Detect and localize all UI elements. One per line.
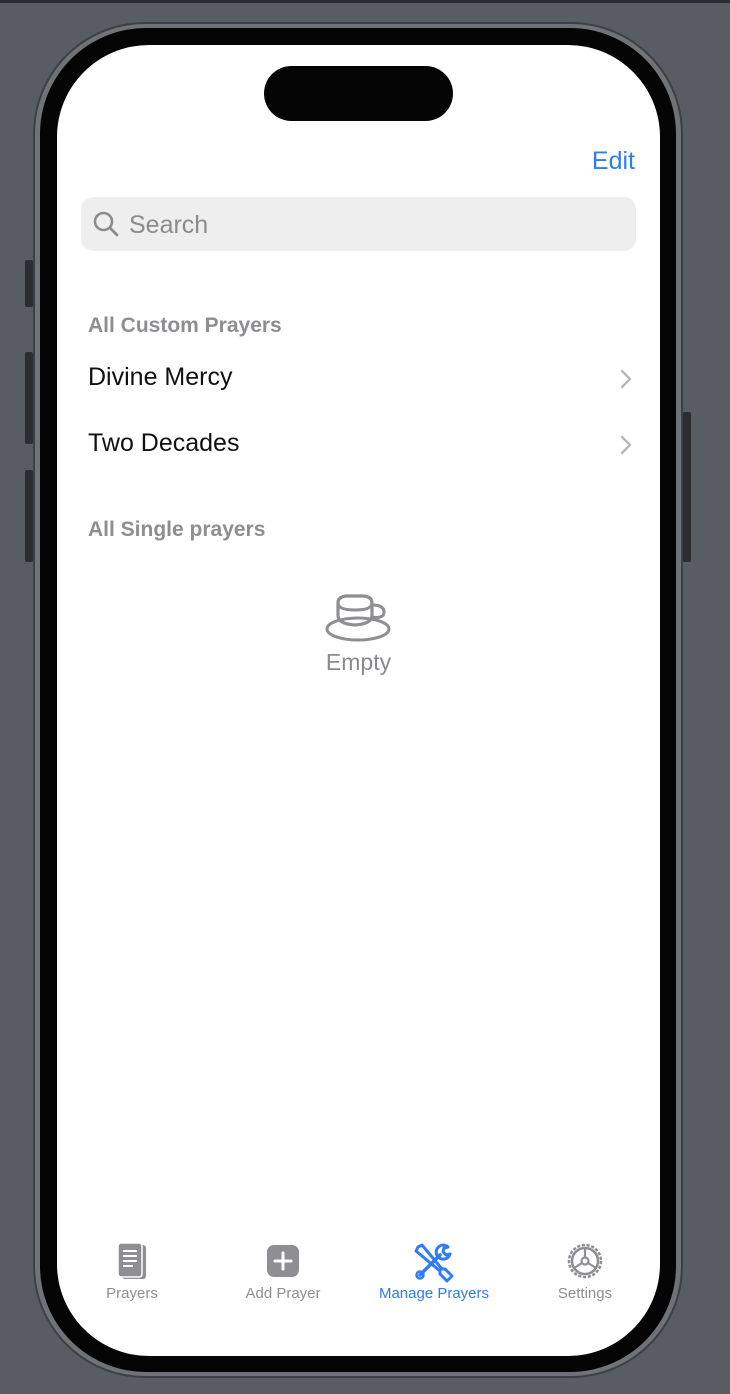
phone-action-button bbox=[25, 260, 33, 307]
chevron-right-icon bbox=[620, 435, 632, 455]
cup-and-saucer-icon bbox=[325, 594, 391, 642]
section-title-custom-prayers: All Custom Prayers bbox=[88, 314, 282, 337]
tab-manage-prayers[interactable]: Manage Prayers bbox=[359, 1235, 509, 1315]
list-item-label: Divine Mercy bbox=[88, 363, 233, 391]
plus-square-icon bbox=[267, 1245, 299, 1277]
chevron-right-icon bbox=[620, 369, 632, 389]
list-item-label: Two Decades bbox=[88, 429, 240, 457]
search-bar[interactable] bbox=[81, 197, 636, 253]
phone-volume-down-button bbox=[25, 470, 33, 562]
phone-volume-up-button bbox=[25, 352, 33, 444]
phone-power-button bbox=[683, 412, 691, 562]
phone-screen: Edit All Custom Prayers Divine Mercy Two… bbox=[57, 45, 660, 1356]
gear-icon bbox=[567, 1243, 603, 1279]
tab-settings[interactable]: Settings bbox=[510, 1235, 660, 1315]
tab-label: Add Prayer bbox=[245, 1285, 321, 1302]
tab-label: Settings bbox=[557, 1285, 613, 1302]
tab-add-prayer[interactable]: Add Prayer bbox=[208, 1235, 358, 1315]
list-item-divine-mercy[interactable]: Divine Mercy bbox=[88, 351, 633, 407]
tab-bar: Prayers Add Prayer Manage Prayers Settin… bbox=[57, 1235, 660, 1315]
dynamic-island bbox=[264, 66, 453, 121]
window-top-border bbox=[0, 0, 730, 3]
search-input[interactable] bbox=[127, 197, 621, 253]
edit-button[interactable]: Edit bbox=[592, 147, 635, 176]
book-icon bbox=[117, 1242, 146, 1279]
tab-prayers[interactable]: Prayers bbox=[57, 1235, 207, 1315]
tab-label: Manage Prayers bbox=[378, 1285, 490, 1302]
search-icon bbox=[93, 211, 119, 237]
empty-state-label: Empty bbox=[325, 649, 392, 675]
list-item-two-decades[interactable]: Two Decades bbox=[88, 417, 633, 473]
tab-label: Prayers bbox=[106, 1285, 158, 1302]
section-title-single-prayers: All Single prayers bbox=[88, 518, 266, 541]
wrench-screwdriver-icon bbox=[414, 1243, 454, 1283]
